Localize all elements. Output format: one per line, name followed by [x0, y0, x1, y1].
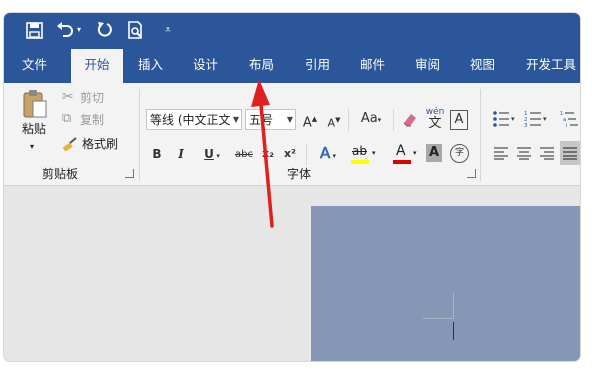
annotation-arrow [251, 79, 274, 228]
word-window: ▾ ⩡ 文件 开始 插入 设计 布局 引用 邮件 审阅 视图 开发工具 粘贴 ▾… [4, 13, 580, 361]
